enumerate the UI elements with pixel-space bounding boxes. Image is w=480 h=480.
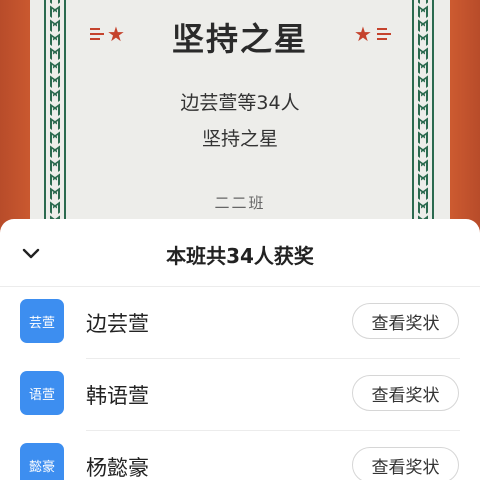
list-item: 语萱 韩语萱 查看奖状 xyxy=(0,359,480,431)
certificate-title: 坚持之星 xyxy=(171,20,308,58)
star-icon: ★ xyxy=(354,22,372,46)
border-leaf xyxy=(419,176,427,185)
border-leaf xyxy=(419,78,427,87)
sheet-title: 本班共34人获奖 xyxy=(166,244,314,268)
list-item: 懿豪 杨懿豪 查看奖状 xyxy=(0,431,480,480)
border-leaf xyxy=(51,0,59,3)
avatar: 懿豪 xyxy=(20,443,64,480)
border-leaf xyxy=(51,64,59,73)
view-certificate-button[interactable]: 查看奖状 xyxy=(352,447,459,480)
border-leaf xyxy=(419,64,427,73)
student-name: 韩语萱 xyxy=(86,384,149,408)
list-item: 芸萱 边芸萱 查看奖状 xyxy=(0,287,480,359)
border-leaf xyxy=(51,78,59,87)
view-certificate-button[interactable]: 查看奖状 xyxy=(352,375,459,411)
border-leaf xyxy=(419,0,427,3)
certificate-class: 二二班 xyxy=(214,194,266,212)
avatar: 语萱 xyxy=(20,371,64,415)
border-leaf xyxy=(51,176,59,185)
certificate-award: 坚持之星 xyxy=(201,128,278,150)
winners-sheet: 本班共34人获奖 芸萱 边芸萱 查看奖状 语萱 韩语萱 查看奖状 懿豪 杨懿豪 … xyxy=(0,219,480,480)
student-name: 杨懿豪 xyxy=(86,456,149,480)
border-leaf xyxy=(51,162,59,171)
student-name: 边芸萱 xyxy=(86,312,149,336)
avatar: 芸萱 xyxy=(20,299,64,343)
view-certificate-button[interactable]: 查看奖状 xyxy=(352,303,459,339)
sheet-header: 本班共34人获奖 xyxy=(0,219,480,287)
certificate-recipients: 边芸萱等34人 xyxy=(180,92,300,114)
star-decoration-right: ★ xyxy=(354,24,391,44)
border-leaf xyxy=(419,162,427,171)
